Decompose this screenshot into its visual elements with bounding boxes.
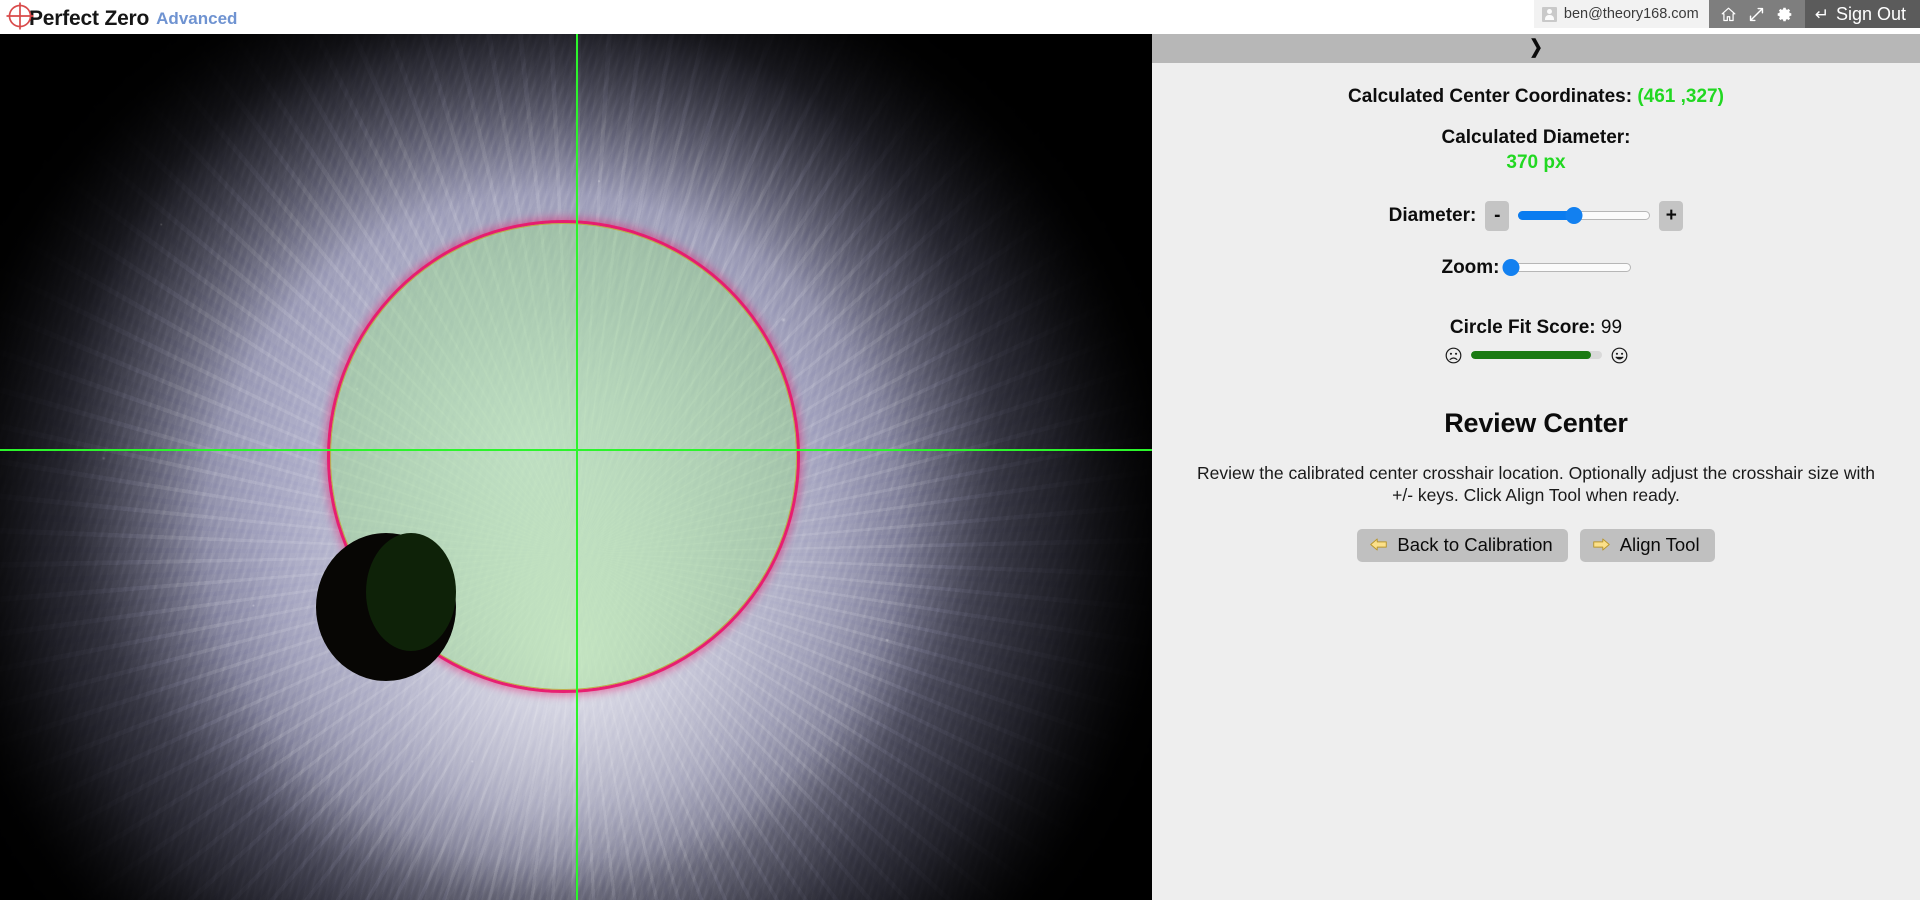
diameter-slider[interactable] xyxy=(1518,207,1651,225)
diameter-control-row: Diameter: - + xyxy=(1152,200,1920,231)
panel-collapse-toggle[interactable]: ❯ xyxy=(1152,34,1920,63)
account-email-chip[interactable]: ben@theory168.com xyxy=(1533,0,1709,28)
step-title: Review Center xyxy=(1444,407,1628,438)
enter-arrow-icon: ↵ xyxy=(1814,4,1829,24)
calculated-diameter-label: Calculated Diameter: xyxy=(1441,127,1631,149)
frowning-face-icon xyxy=(1445,347,1462,364)
sign-out-button[interactable]: ↵ Sign Out xyxy=(1804,0,1920,28)
circle-fit-score-label: Circle Fit Score: xyxy=(1449,316,1596,338)
circle-fit-score-bar xyxy=(1470,351,1602,360)
align-tool-button[interactable]: Align Tool xyxy=(1579,528,1715,563)
app-edition: Advanced xyxy=(156,9,238,28)
calculated-diameter-value: 370 px xyxy=(1506,151,1566,173)
app-title: Perfect Zero xyxy=(29,6,150,30)
circle-fit-score: Circle Fit Score: 99 xyxy=(1152,317,1920,364)
diameter-slider-label: Diameter: xyxy=(1388,204,1477,226)
back-to-calibration-button[interactable]: Back to Calibration xyxy=(1357,528,1568,563)
readouts: Calculated Center Coordinates: (461 ,327… xyxy=(1152,63,1920,175)
home-icon[interactable] xyxy=(1715,0,1743,28)
zoom-slider-label: Zoom: xyxy=(1441,256,1500,278)
bore-hole-green-tint xyxy=(366,533,456,651)
step-section: Review Center Review the calibrated cent… xyxy=(1152,407,1920,563)
diameter-increase-button[interactable]: + xyxy=(1659,200,1684,231)
center-coordinates-row: Calculated Center Coordinates: (461 ,327… xyxy=(1152,85,1920,109)
user-icon xyxy=(1541,6,1557,22)
step-buttons: Back to Calibration Align Tool xyxy=(1166,528,1906,563)
crosshair-vertical xyxy=(576,34,578,900)
microscope-live-view[interactable] xyxy=(0,34,1152,900)
account-area: ben@theory168.com ↵ Sign Out xyxy=(1533,0,1920,28)
circle-fit-score-bar-row xyxy=(1152,347,1920,364)
align-tool-label: Align Tool xyxy=(1619,533,1700,555)
crosshair-target-icon xyxy=(3,0,37,34)
diameter-decrease-button[interactable]: - xyxy=(1485,200,1510,231)
top-header-bar: Perfect Zero Advanced ben@theory168.com xyxy=(0,0,1920,34)
zoom-slider-knob[interactable] xyxy=(1502,259,1520,277)
zoom-control-row: Zoom: xyxy=(1152,257,1920,279)
brand: Perfect Zero Advanced xyxy=(0,0,237,34)
sign-out-label: Sign Out xyxy=(1835,3,1906,24)
chevron-right-icon: ❯ xyxy=(1529,37,1543,58)
circle-fit-score-bar-fill xyxy=(1470,351,1592,360)
expand-arrows-icon[interactable] xyxy=(1743,0,1771,28)
step-description: Review the calibrated center crosshair l… xyxy=(1197,462,1875,506)
zoom-slider[interactable] xyxy=(1502,259,1631,277)
gear-icon[interactable] xyxy=(1771,0,1799,28)
smiling-face-icon xyxy=(1611,347,1628,364)
diameter-slider-knob[interactable] xyxy=(1565,207,1583,225)
control-panel: ❯ Calculated Center Coordinates: (461 ,3… xyxy=(1152,34,1920,900)
center-coordinates-value: (461 ,327) xyxy=(1637,86,1724,107)
header-icon-group xyxy=(1708,0,1805,28)
diameter-readout-row: Calculated Diameter: 370 px xyxy=(1152,126,1920,175)
zoom-slider-rail xyxy=(1506,263,1631,273)
back-to-calibration-label: Back to Calibration xyxy=(1397,533,1553,555)
circle-fit-score-title: Circle Fit Score: 99 xyxy=(1152,317,1920,339)
account-email: ben@theory168.com xyxy=(1563,6,1699,22)
center-coordinates-label: Calculated Center Coordinates: xyxy=(1348,86,1633,107)
arrow-left-icon xyxy=(1369,537,1388,552)
circle-fit-score-value: 99 xyxy=(1600,316,1623,338)
arrow-right-icon xyxy=(1592,537,1611,552)
